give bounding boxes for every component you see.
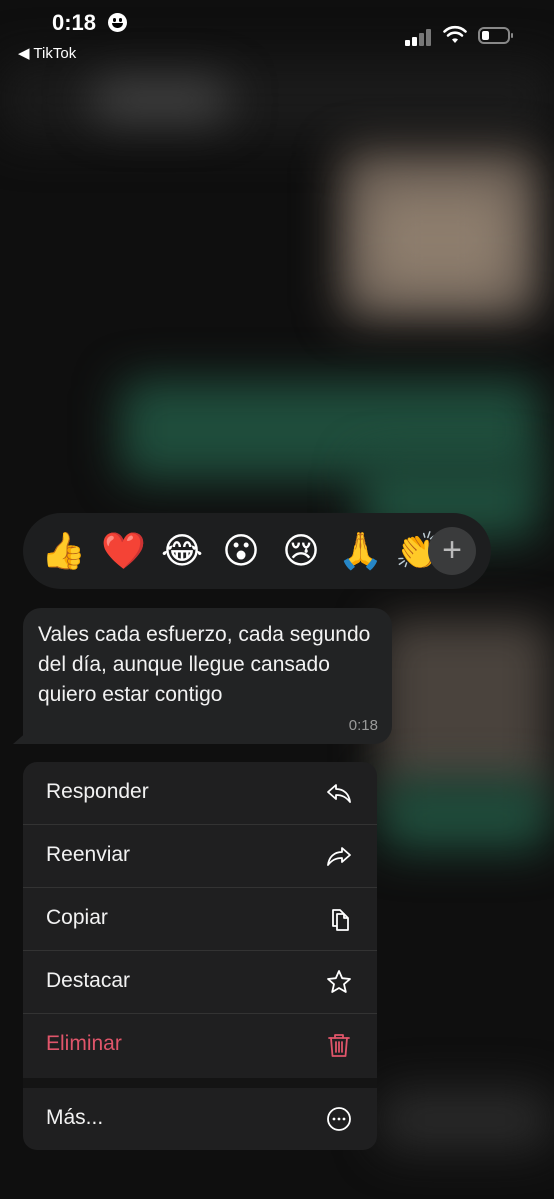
clock: 0:18: [52, 10, 97, 35]
menu-item-more[interactable]: Más...: [23, 1088, 377, 1150]
menu-item-label: Reenviar: [46, 843, 131, 866]
message-text: Vales cada esfuerzo, cada segundo del dí…: [38, 623, 371, 706]
menu-item-forward[interactable]: Reenviar: [23, 825, 377, 887]
wifi-icon: [443, 25, 467, 43]
forward-icon: [327, 847, 351, 866]
reaction-pray[interactable]: 🙏: [338, 529, 383, 573]
reaction-heart[interactable]: ❤️: [101, 529, 146, 573]
reaction-thumbs-up[interactable]: 👍: [41, 529, 86, 573]
more-reactions-button[interactable]: +: [428, 527, 476, 575]
reaction-crying[interactable]: 😢: [279, 529, 323, 573]
menu-item-reply[interactable]: Responder: [23, 762, 377, 824]
trash-icon: [328, 1034, 350, 1057]
battery-icon: [478, 27, 513, 44]
cellular-signal-icon: [405, 28, 433, 46]
message-bubble[interactable]: Vales cada esfuerzo, cada segundo del dí…: [23, 608, 392, 744]
reply-icon: [327, 784, 351, 803]
message-timestamp: 0:18: [348, 717, 378, 734]
menu-item-label: Más...: [46, 1106, 104, 1129]
message-context-menu: Responder Reenviar Copiar Destacar Elimi…: [23, 762, 377, 1150]
menu-item-delete[interactable]: Eliminar: [23, 1014, 377, 1076]
copy-icon: [332, 909, 349, 931]
menu-item-label: Eliminar: [46, 1032, 122, 1055]
reaction-surprised[interactable]: 😮: [219, 529, 263, 573]
reaction-laughing[interactable]: 😂: [160, 529, 204, 573]
menu-item-label: Destacar: [46, 969, 131, 992]
menu-item-copy[interactable]: Copiar: [23, 888, 377, 950]
star-icon: [327, 970, 351, 993]
more-icon: [327, 1107, 351, 1131]
menu-divider: [23, 1078, 377, 1088]
menu-item-label: Copiar: [46, 906, 108, 929]
status-bar: 0:18 ◀ TikTok: [0, 0, 554, 70]
back-to-app-link[interactable]: ◀ TikTok: [18, 44, 76, 62]
smiley-icon: [108, 13, 127, 32]
menu-item-label: Responder: [46, 780, 149, 803]
reaction-bar: 👍 ❤️ 😂 😮 😢 🙏 👏 +: [23, 513, 491, 589]
menu-item-star[interactable]: Destacar: [23, 951, 377, 1013]
